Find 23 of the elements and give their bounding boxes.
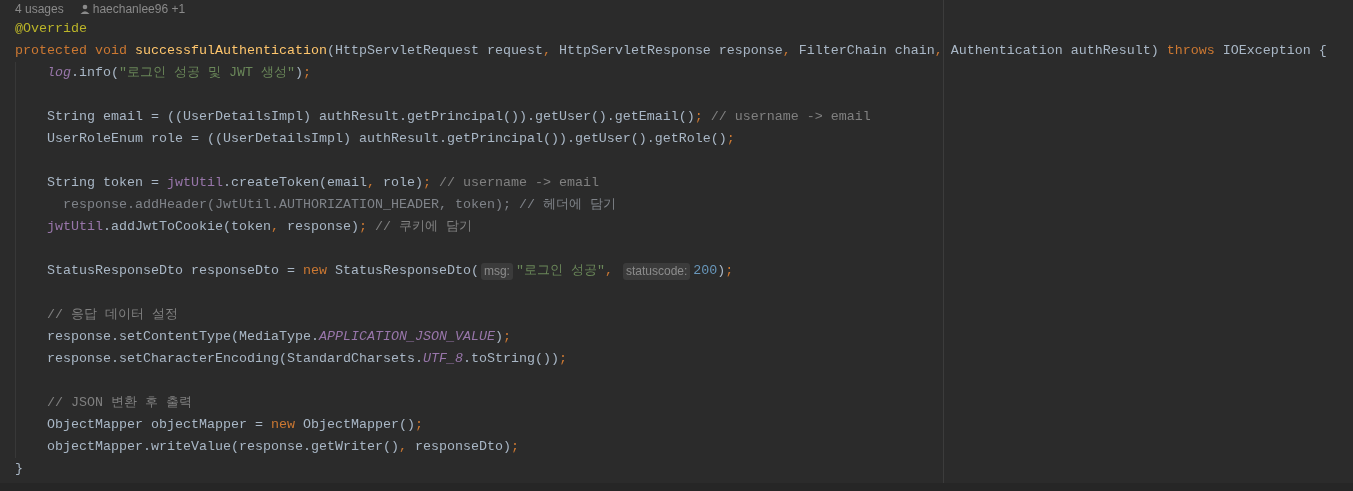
code-line: response.setContentType(MediaType.APPLICATION_JSON_VALUE); bbox=[47, 328, 511, 346]
code-line: protected void successfulAuthentication(HttpServletRequest request, HttpServletResponse response, FilterChain chain, Authentication authResult) throws IOException { bbox=[15, 42, 1327, 60]
code-text: StatusResponseDto responseDto = new StatusResponseDto( bbox=[47, 262, 479, 280]
person-icon bbox=[79, 3, 90, 14]
code-line: response.addHeader(JwtUtil.AUTHORIZATION_HEADER, token); // 헤더에 담기 bbox=[62, 196, 616, 214]
code-line: // JSON 변환 후 출력 bbox=[47, 394, 192, 412]
author-link[interactable]: haechanlee96 +1 bbox=[92, 1, 186, 16]
code-line: jwtUtil.addJwtToCookie(token, response); // 쿠키에 담기 bbox=[47, 218, 472, 236]
code-text: "로그인 성공", bbox=[515, 262, 614, 280]
code-line: String token = jwtUtil.createToken(email, role); // username -> email bbox=[47, 174, 599, 192]
code-line: UserRoleEnum role = ((UserDetailsImpl) authResult.getPrincipal()).getUser().getRole(); bbox=[47, 130, 735, 148]
code-line: } bbox=[15, 460, 23, 478]
code-line: // 응답 데이터 설정 bbox=[47, 306, 178, 324]
code-line: ObjectMapper objectMapper = new ObjectMapper(); bbox=[47, 416, 423, 434]
code-line: objectMapper.writeValue(response.getWriter(), responseDto); bbox=[47, 438, 519, 456]
usages-link[interactable]: 4 usages bbox=[15, 1, 64, 16]
code-line: response.setCharacterEncoding(StandardCharsets.UTF_8.toString()); bbox=[47, 350, 567, 368]
code-line: @Override bbox=[15, 20, 87, 38]
code-text: 200); bbox=[693, 262, 734, 280]
parameter-hint: statuscode: bbox=[622, 262, 691, 280]
parameter-hint: msg: bbox=[480, 262, 513, 280]
code-line: log.info("로그인 성공 및 JWT 생성"); bbox=[47, 64, 311, 82]
code-line: String email = ((UserDetailsImpl) authResult.getPrincipal()).getUser().getEmail(); // username -> email bbox=[47, 108, 871, 126]
